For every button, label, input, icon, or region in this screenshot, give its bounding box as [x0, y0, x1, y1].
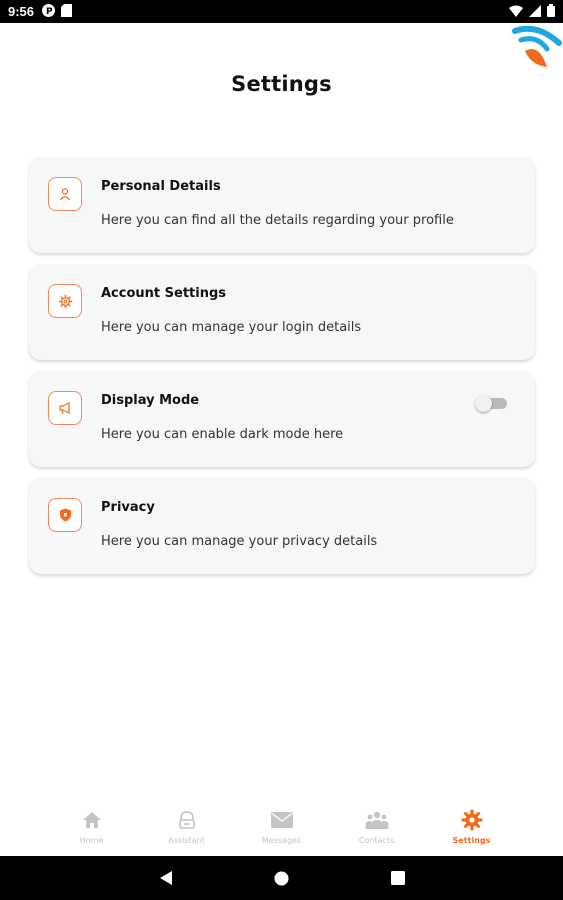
- assistant-icon: [175, 808, 199, 832]
- nav-label: Contacts: [358, 836, 395, 845]
- settings-list: Personal Details Here you can find all t…: [29, 157, 535, 585]
- nav-item-messages[interactable]: Messages: [247, 808, 317, 856]
- nav-item-contacts[interactable]: Contacts: [342, 808, 412, 856]
- nav-item-settings[interactable]: Settings: [437, 808, 507, 856]
- card-title: Display Mode: [101, 393, 200, 408]
- mail-icon: [270, 808, 294, 832]
- sd-card-icon: [61, 2, 73, 21]
- settings-item-personal-details[interactable]: Personal Details Here you can find all t…: [29, 157, 535, 253]
- settings-item-privacy[interactable]: Privacy Here you can manage your privacy…: [29, 478, 535, 574]
- signal-icon: [529, 2, 541, 21]
- card-description: Here you can manage your privacy details: [101, 534, 378, 549]
- megaphone-icon: [48, 391, 82, 425]
- status-left-icons: P: [42, 2, 73, 21]
- svg-text:P: P: [46, 7, 53, 17]
- card-description: Here you can manage your login details: [101, 320, 362, 335]
- user-icon: [48, 177, 82, 211]
- nav-label: Messages: [261, 836, 302, 845]
- battery-icon: [547, 2, 555, 21]
- home-icon: [80, 808, 104, 832]
- shield-icon: [48, 498, 82, 532]
- gear-icon: [48, 284, 82, 318]
- dark-mode-toggle[interactable]: [475, 395, 507, 412]
- status-time: 9:56: [8, 4, 35, 19]
- back-icon[interactable]: [154, 866, 178, 890]
- nav-item-assistant[interactable]: Assistant: [152, 808, 222, 856]
- toggle-knob: [475, 395, 492, 412]
- nav-label: Home: [79, 836, 104, 845]
- settings-item-account-settings[interactable]: Account Settings Here you can manage you…: [29, 264, 535, 360]
- card-title: Privacy: [101, 500, 155, 515]
- bottom-nav: Home Assistant Messages Contacts Setting…: [0, 800, 563, 856]
- card-description: Here you can enable dark mode here: [101, 427, 344, 442]
- recents-icon[interactable]: [386, 866, 410, 890]
- card-description: Here you can find all the details regard…: [101, 213, 454, 228]
- system-nav-bar: [0, 856, 563, 900]
- nav-item-home[interactable]: Home: [57, 808, 127, 856]
- card-title: Personal Details: [101, 179, 221, 194]
- contacts-icon: [365, 808, 389, 832]
- status-right-icons: [509, 2, 555, 21]
- page-title: Settings: [231, 72, 332, 96]
- app-logo: [511, 23, 563, 69]
- nav-label: Assistant: [168, 836, 205, 845]
- status-bar: 9:56 P: [0, 0, 563, 23]
- settings-item-display-mode[interactable]: Display Mode Here you can enable dark mo…: [29, 371, 535, 467]
- pocket-casts-icon: P: [42, 2, 56, 21]
- gear-icon: [460, 808, 484, 832]
- card-title: Account Settings: [101, 286, 227, 301]
- nav-label: Settings: [452, 836, 491, 845]
- home-circle-icon[interactable]: [270, 866, 294, 890]
- wifi-icon: [509, 2, 523, 21]
